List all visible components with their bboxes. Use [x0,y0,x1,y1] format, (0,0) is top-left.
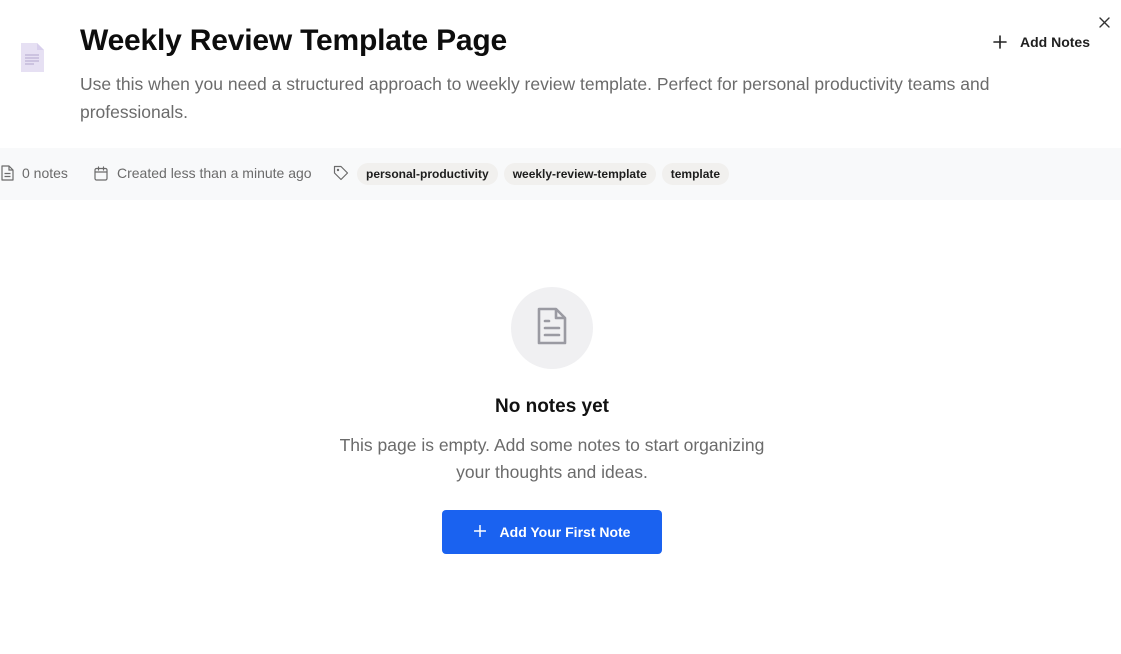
add-notes-label: Add Notes [1020,34,1090,50]
close-icon [1098,15,1110,33]
tag-icon [333,165,349,181]
document-icon [20,42,45,73]
tag-list: personal-productivity weekly-review-temp… [357,163,730,185]
empty-state-title: No notes yet [494,396,610,417]
add-first-note-button[interactable]: Add Your First Note [442,510,662,554]
tag-weekly-review-template[interactable]: weekly-review-template [503,163,656,185]
calendar-icon [94,165,108,181]
empty-state-description: This page is empty. Add some notes to st… [339,435,765,482]
tag-personal-productivity[interactable]: personal-productivity [357,163,498,185]
page-title: Weekly Review Template Page [80,24,508,57]
notes-count-label: 0 notes [22,165,68,181]
file-icon [1,165,14,181]
empty-state-icon-circle [511,287,593,369]
tag-template[interactable]: template [661,163,730,185]
page-meta-bar: 0 notes Created less than a minute ago p… [0,148,1121,200]
close-button[interactable] [1096,16,1112,32]
plus-icon [473,524,486,540]
notes-count: 0 notes [1,165,68,181]
created-date: Created less than a minute ago [94,165,312,181]
file-text-icon [536,307,568,350]
add-notes-button[interactable]: Add Notes [990,30,1090,54]
page-description: Use this when you need a structured appr… [80,74,990,122]
created-label: Created less than a minute ago [117,165,312,181]
plus-icon [990,32,1010,52]
add-first-note-label: Add Your First Note [499,524,631,540]
